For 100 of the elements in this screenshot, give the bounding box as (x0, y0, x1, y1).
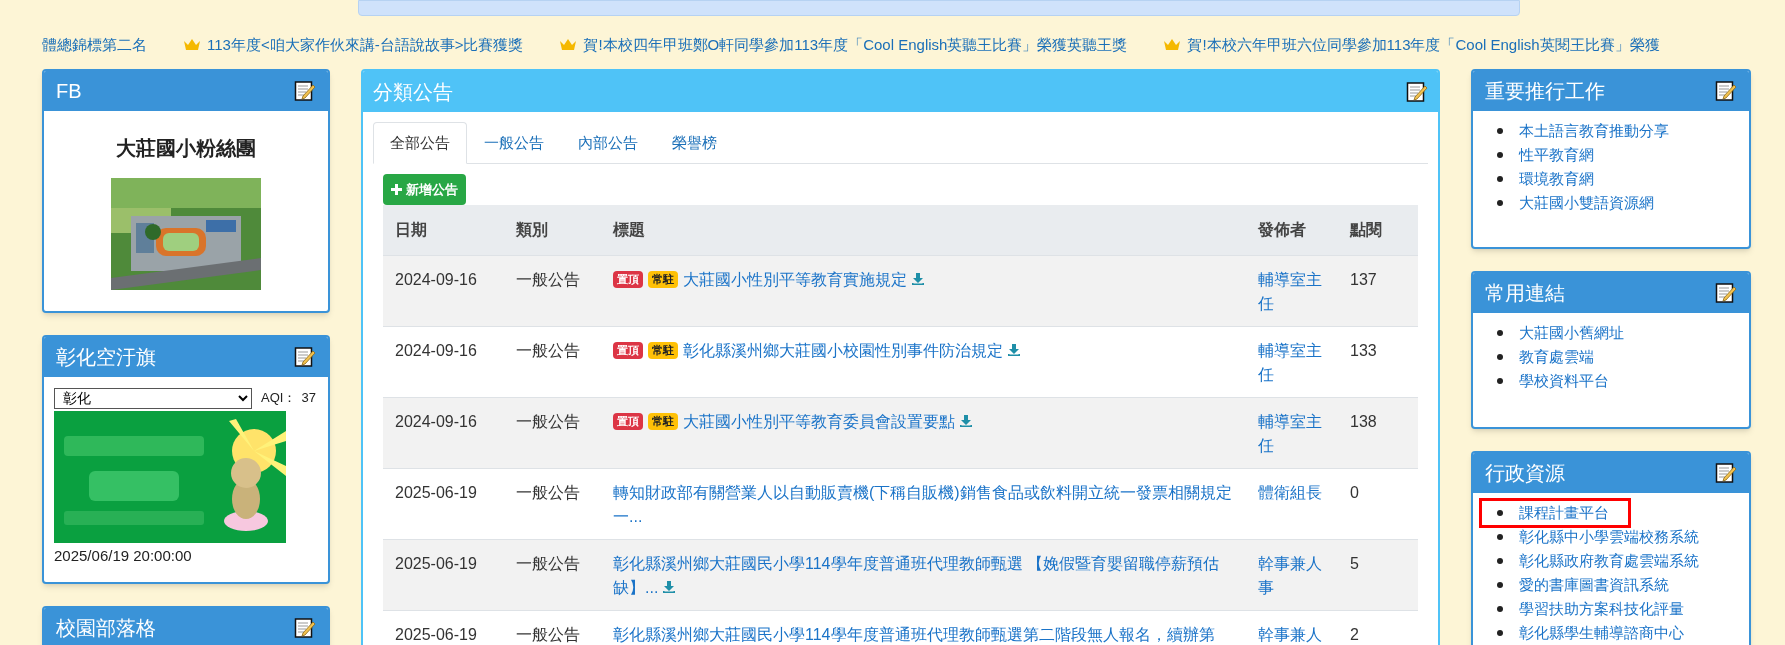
tab[interactable]: 全部公告 (373, 122, 467, 164)
announcement-link[interactable]: 大莊國小性別平等教育委員會設置要點 (683, 409, 973, 434)
news-ticker-link[interactable]: 體總錦標第二名 (42, 33, 147, 57)
news-ticker-link[interactable]: 賀!本校四年甲班鄭O軒同學參加113年度「Cool English英聽王比賽」榮獲英聽王獎 (583, 33, 1128, 57)
crown-icon (1163, 38, 1182, 52)
bullet-icon (1497, 200, 1503, 206)
tag: 常駐 (648, 341, 678, 359)
author-link[interactable]: 輔導室主任 (1258, 267, 1326, 316)
bullet-icon (1497, 630, 1503, 636)
panel-title: 行政資源 (1485, 461, 1565, 486)
date-cell: 2024-09-16 (383, 397, 504, 468)
notepad-pencil-icon[interactable] (294, 80, 316, 102)
download-icon[interactable] (662, 579, 677, 594)
announcement-link[interactable]: 轉知財政部有關營業人以自動販賣機(下稱自販機)銷售食品或飲料開立統一發票相關規定一... (613, 480, 1234, 529)
column-header: 點閱 (1338, 205, 1418, 255)
column-header: 類別 (504, 205, 601, 255)
crown-icon (183, 38, 201, 52)
resource-link[interactable]: 學校資料平台 (1519, 369, 1609, 393)
resource-link[interactable]: 教育處雲端 (1519, 345, 1594, 369)
author-link[interactable]: 體衛組長 (1258, 480, 1326, 505)
tab[interactable]: 內部公告 (561, 122, 655, 164)
tab[interactable]: 一般公告 (467, 122, 561, 164)
notepad-pencil-icon[interactable] (294, 346, 316, 368)
aqi-label: AQI： (261, 389, 297, 408)
bullet-icon (1497, 582, 1503, 588)
panel-title: 分類公告 (373, 79, 453, 105)
tag: 常駐 (648, 412, 678, 430)
bullet-icon (1497, 176, 1503, 182)
author-link[interactable]: 輔導室主任 (1258, 409, 1326, 458)
notepad-pencil-icon[interactable] (294, 617, 316, 639)
notepad-pencil-icon[interactable] (1715, 282, 1737, 304)
date-cell: 2025-06-19 (383, 468, 504, 539)
category-cell: 一般公告 (504, 610, 601, 645)
author-link[interactable]: 幹事兼人事 (1258, 551, 1326, 600)
category-cell: 一般公告 (504, 397, 601, 468)
bullet-icon (1497, 606, 1503, 612)
views-cell: 0 (1338, 468, 1418, 539)
panel-title: FB (56, 79, 82, 104)
bullet-icon (1497, 354, 1503, 360)
column-header: 發佈者 (1246, 205, 1338, 255)
resource-link[interactable]: 大莊國小雙語資源網 (1519, 191, 1654, 215)
panel-title: 彰化空汙旗 (56, 345, 156, 370)
bullet-icon (1497, 534, 1503, 540)
category-cell: 一般公告 (504, 539, 601, 610)
announcement-link[interactable]: 彰化縣溪州鄉大莊國民小學114學年度普通班代理教師甄選第二階段無人報名，續辦第 (613, 622, 1215, 645)
views-cell: 137 (1338, 255, 1418, 326)
news-ticker-link[interactable]: 賀!本校六年甲班六位同學參加113年度「Cool English英閱王比賽」榮獲 (1187, 33, 1660, 57)
category-cell: 一般公告 (504, 255, 601, 326)
panel-title: 校園部落格 (56, 616, 156, 641)
panel-title: 重要推行工作 (1485, 79, 1605, 104)
announcement-link[interactable]: 彰化縣溪州鄉大莊國民小學114學年度普通班代理教師甄選 【娩假暨育嬰留職停薪預估缺】... (613, 551, 1234, 600)
resource-link[interactable]: 環境教育網 (1519, 167, 1594, 191)
date-cell: 2024-09-16 (383, 255, 504, 326)
resource-link[interactable]: 彰化縣政府教育處雲端系統 (1519, 549, 1699, 573)
download-icon[interactable] (911, 271, 925, 286)
column-header: 標題 (601, 205, 1246, 255)
panel-title: 常用連結 (1485, 281, 1565, 306)
news-ticker-link[interactable]: 113年度<咱大家作伙來講-台語說故事>比賽獲獎 (207, 33, 524, 57)
tag: 置頂 (613, 412, 643, 430)
resource-link[interactable]: 性平教育網 (1519, 143, 1594, 167)
views-cell: 2 (1338, 610, 1418, 645)
resource-link[interactable]: 課程計畫平台 (1519, 501, 1609, 525)
resource-link[interactable]: 大莊國小舊網址 (1519, 321, 1624, 345)
column-header: 日期 (383, 205, 504, 255)
resource-link[interactable]: 學習扶助方案科技化評量 (1519, 597, 1684, 621)
download-icon[interactable] (1007, 342, 1021, 357)
resource-link[interactable]: 彰化縣中小學雲端校務系統 (1519, 525, 1699, 549)
notepad-pencil-icon[interactable] (1715, 462, 1737, 484)
bullet-icon (1497, 558, 1503, 564)
tab[interactable]: 榮譽榜 (655, 122, 734, 164)
views-cell: 133 (1338, 326, 1418, 397)
category-cell: 一般公告 (504, 468, 601, 539)
bullet-icon (1497, 128, 1503, 134)
tag: 常駐 (648, 270, 678, 288)
announcement-link[interactable]: 彰化縣溪州鄉大莊國小校園性別事件防治規定 (683, 338, 1021, 363)
date-cell: 2025-06-19 (383, 539, 504, 610)
views-cell: 138 (1338, 397, 1418, 468)
plus-icon (391, 184, 402, 195)
city-select[interactable]: 彰化 (54, 387, 252, 409)
notepad-pencil-icon[interactable] (1715, 80, 1737, 102)
notepad-pencil-icon[interactable] (1406, 80, 1428, 103)
crown-icon (559, 38, 578, 52)
resource-link[interactable]: 愛的書庫圖書資訊系統 (1519, 573, 1669, 597)
resource-link[interactable]: 本土語言教育推動分享 (1519, 119, 1669, 143)
views-cell: 5 (1338, 539, 1418, 610)
download-icon[interactable] (959, 413, 973, 428)
bullet-icon (1497, 330, 1503, 336)
add-announcement-button[interactable]: 新增公告 (383, 174, 466, 205)
author-link[interactable]: 幹事兼人 (1258, 622, 1326, 645)
announcement-link[interactable]: 大莊國小性別平等教育實施規定 (683, 267, 925, 292)
date-cell: 2025-06-19 (383, 610, 504, 645)
bullet-icon (1497, 378, 1503, 384)
resource-link[interactable]: 彰化縣學生輔導諮商中心 (1519, 621, 1684, 645)
author-link[interactable]: 輔導室主任 (1258, 338, 1326, 387)
tag: 置頂 (613, 341, 643, 359)
fan-page-title: 大莊國小粉絲團 (115, 136, 257, 161)
tag: 置頂 (613, 270, 643, 288)
bullet-icon (1497, 152, 1503, 158)
timestamp: 2025/06/19 20:00:00 (54, 546, 193, 566)
bullet-icon (1497, 510, 1503, 516)
